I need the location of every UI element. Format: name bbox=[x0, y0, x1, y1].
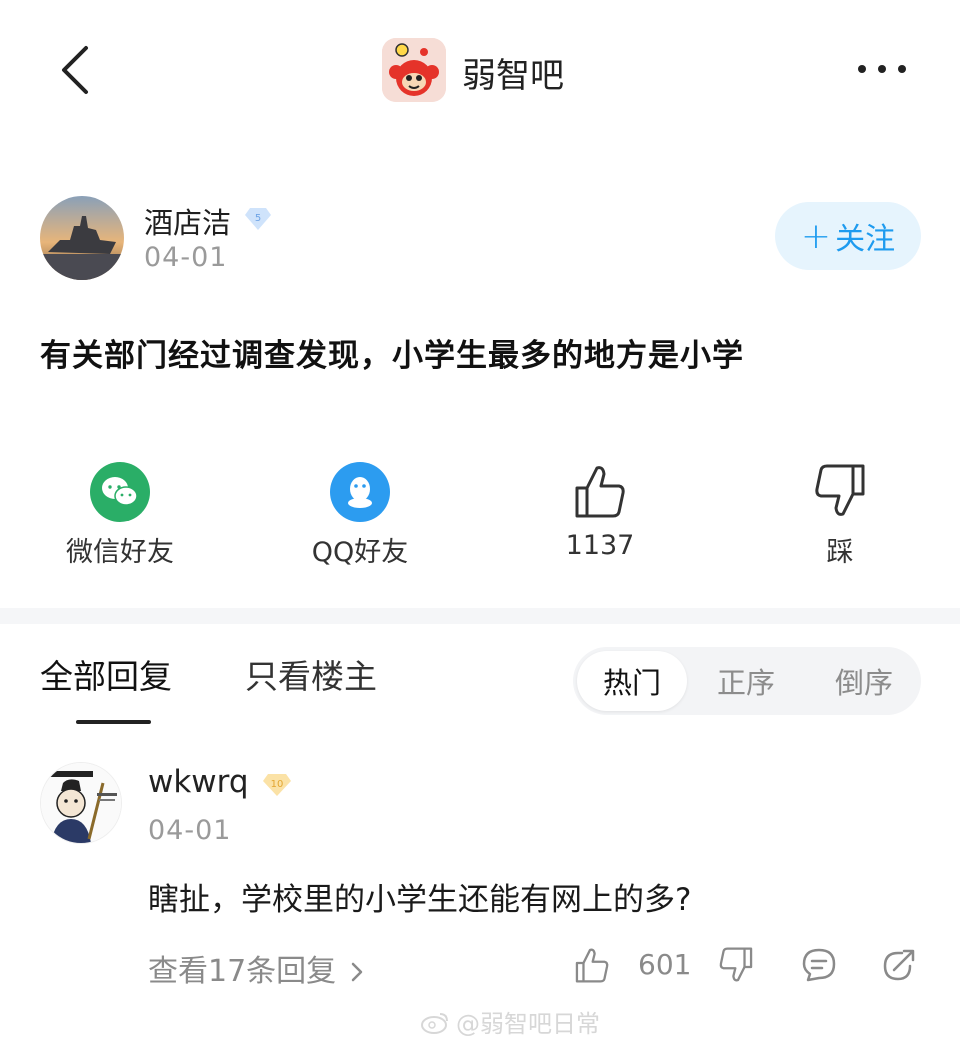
reply-dislike-button[interactable] bbox=[718, 946, 754, 988]
thumbs-down-icon bbox=[815, 464, 865, 516]
view-replies-link[interactable]: 查看17条回复 bbox=[148, 946, 364, 990]
wechat-icon bbox=[90, 462, 150, 522]
reply-date: 04-01 bbox=[148, 815, 232, 846]
chevron-right-icon bbox=[351, 962, 362, 982]
section-divider bbox=[0, 608, 960, 624]
thumbs-down-icon bbox=[719, 947, 753, 982]
author-avatar[interactable] bbox=[40, 196, 124, 280]
dislike-button[interactable]: 踩 bbox=[740, 462, 940, 569]
reply-avatar[interactable] bbox=[40, 762, 122, 844]
reply-content: 瞎扯，学校里的小学生还能有网上的多? bbox=[148, 882, 692, 918]
like-count: 1137 bbox=[565, 530, 635, 561]
forum-name[interactable]: 弱智吧 bbox=[462, 48, 564, 97]
reply-level-badge: 10 bbox=[262, 770, 291, 798]
sort-hot[interactable]: 热门 bbox=[577, 651, 687, 711]
thumbs-up-icon bbox=[575, 948, 609, 983]
diamond-badge-icon: 10 bbox=[263, 774, 291, 796]
chevron-left-icon bbox=[62, 46, 88, 94]
more-options-button[interactable] bbox=[852, 54, 912, 84]
watermark: @弱智吧日常 bbox=[420, 1004, 600, 1039]
tab-op-only[interactable]: 只看楼主 bbox=[245, 650, 377, 698]
sort-toggle: 热门 正序 倒序 bbox=[573, 647, 921, 715]
sort-ascending[interactable]: 正序 bbox=[691, 647, 801, 715]
dislike-label: 踩 bbox=[826, 537, 854, 568]
post-date: 04-01 bbox=[144, 242, 228, 273]
more-dots-icon bbox=[858, 65, 906, 73]
thumbs-up-icon bbox=[575, 466, 625, 518]
author-name[interactable]: 酒店洁 bbox=[144, 200, 231, 242]
qq-label: QQ好友 bbox=[311, 537, 409, 568]
qq-icon bbox=[330, 462, 390, 522]
follow-label: 关注 bbox=[835, 222, 896, 257]
share-icon bbox=[883, 949, 915, 981]
wechat-label: 微信好友 bbox=[66, 537, 174, 568]
back-button[interactable] bbox=[50, 40, 100, 100]
reply-like-count: 601 bbox=[638, 948, 692, 981]
reply-comment-button[interactable] bbox=[800, 946, 838, 988]
active-tab-indicator bbox=[76, 720, 151, 724]
svg-text:10: 10 bbox=[271, 779, 284, 790]
reply-username[interactable]: wkwrq bbox=[148, 764, 249, 800]
watermark-text: @弱智吧日常 bbox=[456, 1010, 600, 1038]
share-wechat-button[interactable]: 微信好友 bbox=[20, 462, 220, 569]
svg-text:5: 5 bbox=[255, 213, 261, 224]
weibo-icon bbox=[421, 1012, 448, 1034]
tab-all-replies[interactable]: 全部回复 bbox=[40, 650, 172, 698]
view-replies-label: 查看17条回复 bbox=[148, 954, 337, 989]
share-qq-button[interactable]: QQ好友 bbox=[260, 462, 460, 569]
reply-like-button[interactable] bbox=[574, 946, 610, 988]
like-button[interactable]: 1137 bbox=[500, 462, 700, 561]
comment-bubble-icon bbox=[802, 948, 836, 982]
post-content: 有关部门经过调查发现，小学生最多的地方是小学 bbox=[40, 338, 744, 374]
level-badge: 5 bbox=[244, 204, 272, 232]
sort-descending[interactable]: 倒序 bbox=[809, 647, 919, 715]
follow-button[interactable]: + 关注 bbox=[775, 202, 921, 270]
diamond-badge-icon: 5 bbox=[245, 208, 271, 230]
plus-icon: + bbox=[800, 215, 832, 257]
reply-share-button[interactable] bbox=[880, 946, 918, 988]
forum-logo[interactable] bbox=[382, 38, 446, 102]
